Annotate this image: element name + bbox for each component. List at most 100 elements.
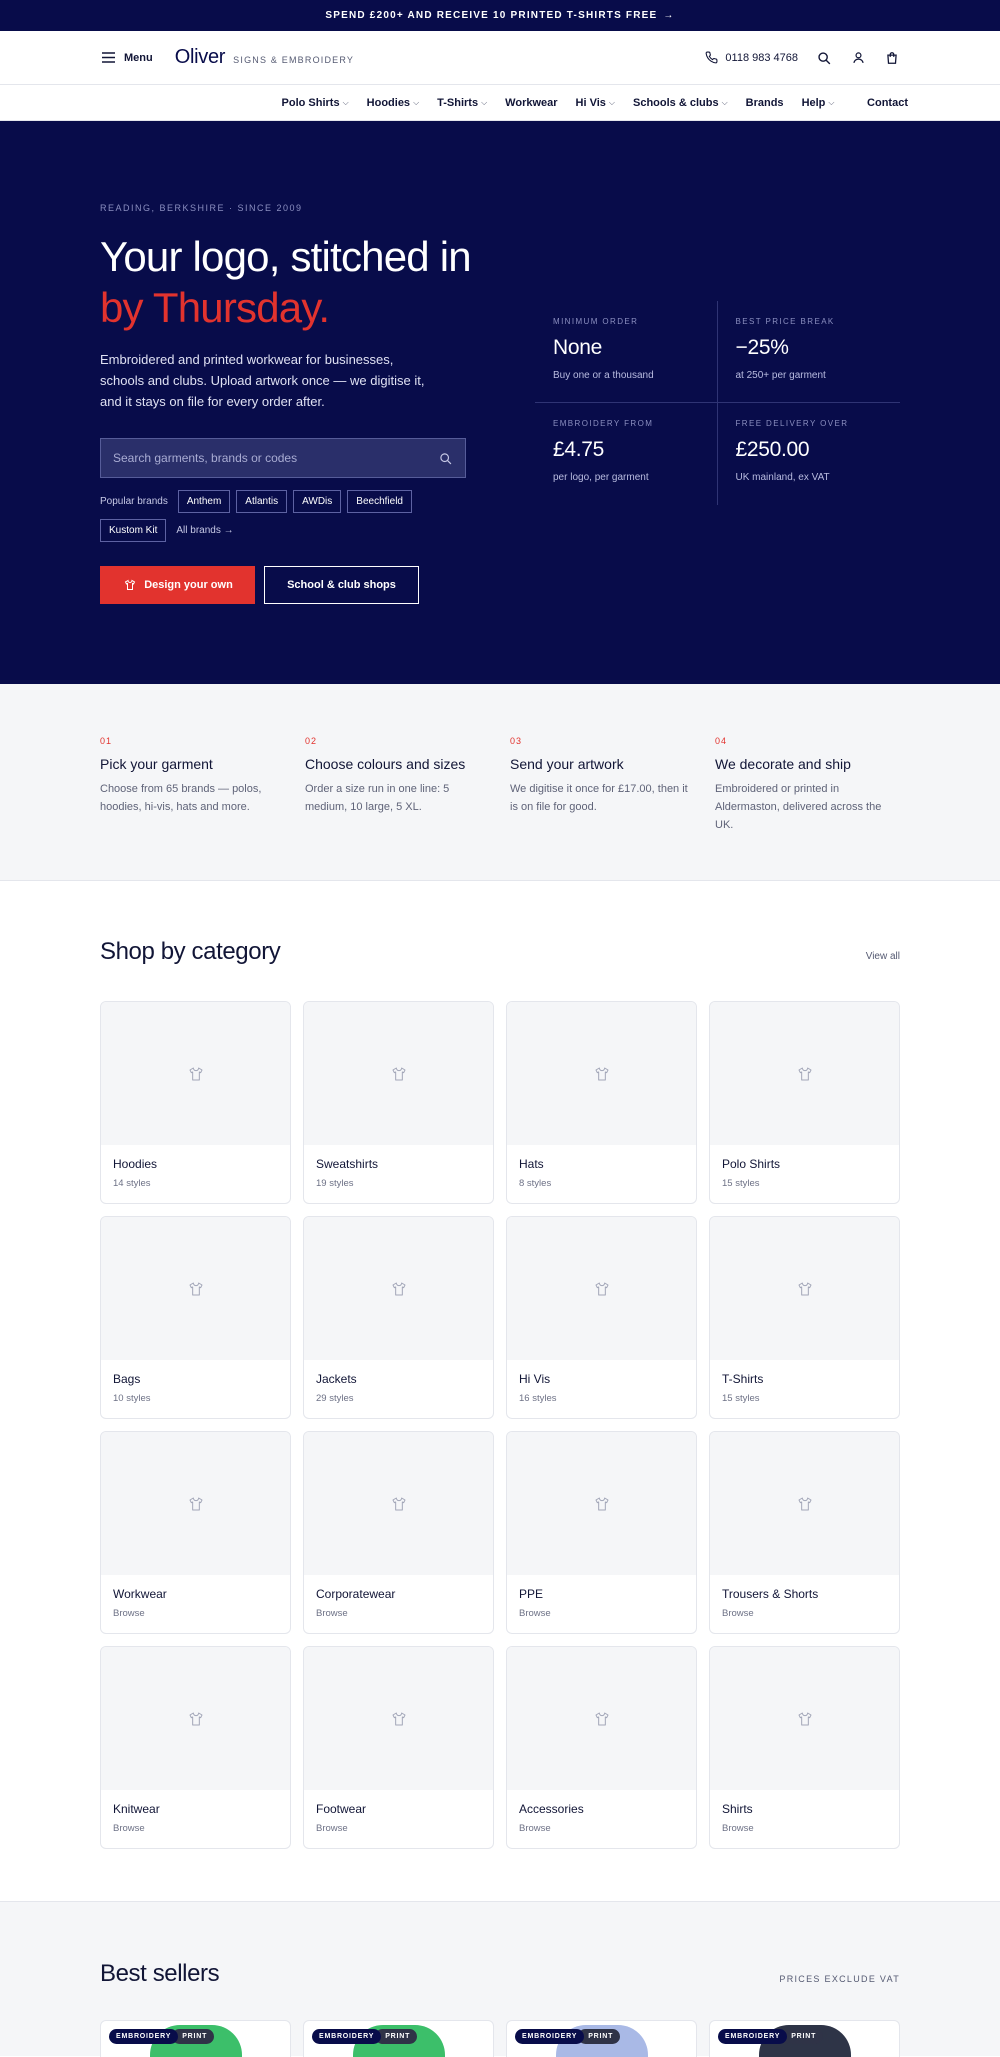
brand-chip[interactable]: AWDis bbox=[293, 490, 342, 513]
arrow-right-icon: → bbox=[663, 10, 675, 21]
stat-label: FREE DELIVERY OVER bbox=[735, 419, 849, 428]
shirt-icon bbox=[188, 1281, 204, 1297]
category-name: Polo Shirts bbox=[722, 1157, 781, 1171]
design-your-own-button[interactable]: Design your own bbox=[100, 566, 255, 604]
shirt-icon bbox=[391, 1496, 407, 1512]
view-all-link[interactable]: View all bbox=[866, 951, 900, 962]
hamburger-icon bbox=[100, 50, 116, 66]
nav-item-hoodies[interactable]: Hoodies ⌵ bbox=[367, 97, 419, 109]
category-card[interactable]: Hoodies 14 styles bbox=[100, 1001, 291, 1204]
nav-item-brands[interactable]: Brands bbox=[746, 97, 784, 109]
shirt-icon bbox=[594, 1281, 610, 1297]
category-image bbox=[507, 1432, 696, 1575]
nav-item-label: Workwear bbox=[505, 96, 558, 109]
product-card[interactable]: EMBROIDERY PRINT bbox=[709, 2020, 900, 2057]
category-image bbox=[304, 1217, 493, 1360]
nav-item-label: T-Shirts bbox=[437, 96, 479, 109]
category-card[interactable]: Accessories Browse bbox=[506, 1646, 697, 1849]
hero-title-line1: Your logo, stitched in bbox=[100, 233, 472, 280]
category-card[interactable]: Hats 8 styles bbox=[506, 1001, 697, 1204]
category-count: Browse bbox=[722, 1608, 754, 1619]
all-brands-link[interactable]: All brands → bbox=[176, 525, 233, 536]
brand-chip[interactable]: Anthem bbox=[177, 490, 231, 513]
step-number: 01 bbox=[100, 736, 113, 746]
shirt-icon bbox=[391, 1281, 407, 1297]
category-card[interactable]: Workwear Browse bbox=[100, 1431, 291, 1634]
category-name: PPE bbox=[519, 1587, 544, 1601]
category-count: 15 styles bbox=[722, 1178, 760, 1189]
category-image bbox=[101, 1002, 290, 1145]
category-card[interactable]: Jackets 29 styles bbox=[303, 1216, 494, 1419]
nav-item-help[interactable]: Help ⌵ bbox=[802, 97, 835, 109]
print-badge: PRINT bbox=[375, 2029, 418, 2044]
nav-item-hi-vis[interactable]: Hi Vis ⌵ bbox=[576, 97, 615, 109]
best-sellers-section: Best sellers PRICES EXCLUDE VAT EMBROIDE… bbox=[0, 1901, 1000, 2057]
brand-chip[interactable]: Atlantis bbox=[236, 490, 288, 513]
category-card[interactable]: Sweatshirts 19 styles bbox=[303, 1001, 494, 1204]
search-input[interactable] bbox=[113, 451, 413, 465]
stat-value: £250.00 bbox=[735, 438, 810, 461]
category-card[interactable]: Knitwear Browse bbox=[100, 1646, 291, 1849]
category-card[interactable]: T-Shirts 15 styles bbox=[709, 1216, 900, 1419]
category-card[interactable]: Polo Shirts 15 styles bbox=[709, 1001, 900, 1204]
promo-text: SPEND £200+ AND RECEIVE 10 PRINTED T-SHI… bbox=[325, 10, 658, 21]
category-count: 14 styles bbox=[113, 1178, 151, 1189]
menu-button[interactable]: Menu bbox=[100, 50, 153, 66]
nav-item-workwear[interactable]: Workwear bbox=[505, 97, 557, 109]
shirt-icon bbox=[188, 1711, 204, 1727]
contact-link[interactable]: Contact bbox=[867, 97, 908, 109]
search-icon[interactable] bbox=[816, 50, 832, 66]
category-name: Knitwear bbox=[113, 1802, 160, 1816]
brand-chip[interactable]: Beechfield bbox=[347, 490, 412, 513]
stat-card: FREE DELIVERY OVER £250.00 UK mainland, ex… bbox=[718, 403, 901, 505]
stat-sub: at 250+ per garment bbox=[735, 370, 826, 381]
category-name: Trousers & Shorts bbox=[722, 1587, 819, 1601]
print-badge: PRINT bbox=[172, 2029, 215, 2044]
shirt-icon bbox=[594, 1711, 610, 1727]
category-image bbox=[507, 1647, 696, 1790]
logo-name: Oliver bbox=[174, 46, 226, 68]
chevron-down-icon: ⌵ bbox=[413, 97, 420, 107]
chevron-down-icon: ⌵ bbox=[828, 97, 835, 107]
category-image bbox=[304, 1432, 493, 1575]
shirt-icon bbox=[391, 1066, 407, 1082]
category-card[interactable]: Trousers & Shorts Browse bbox=[709, 1431, 900, 1634]
category-card[interactable]: Corporatewear Browse bbox=[303, 1431, 494, 1634]
category-name: Workwear bbox=[113, 1587, 167, 1601]
school-club-shops-button[interactable]: School & club shops bbox=[264, 566, 419, 604]
category-image bbox=[710, 1432, 899, 1575]
category-image bbox=[710, 1647, 899, 1790]
account-icon[interactable] bbox=[850, 50, 866, 66]
product-card[interactable]: EMBROIDERY PRINT bbox=[506, 2020, 697, 2057]
stat-value: −25% bbox=[735, 336, 789, 359]
shirt-icon bbox=[797, 1281, 813, 1297]
header-actions: 0118 983 4768 bbox=[703, 50, 900, 66]
site-logo[interactable]: Oliver SIGNS & EMBROIDERY bbox=[175, 46, 354, 69]
category-card[interactable]: Footwear Browse bbox=[303, 1646, 494, 1849]
product-badges: EMBROIDERY PRINT bbox=[515, 2029, 621, 2044]
promo-banner[interactable]: SPEND £200+ AND RECEIVE 10 PRINTED T-SHI… bbox=[0, 0, 1000, 31]
site-header: Menu Oliver SIGNS & EMBROIDERY 0118 983 … bbox=[0, 31, 1000, 85]
best-sellers-header: Best sellers PRICES EXCLUDE VAT bbox=[100, 1960, 900, 1988]
category-card[interactable]: Hi Vis 16 styles bbox=[506, 1216, 697, 1419]
category-card[interactable]: Shirts Browse bbox=[709, 1646, 900, 1849]
phone-link[interactable]: 0118 983 4768 bbox=[703, 50, 798, 66]
category-name: Corporatewear bbox=[316, 1587, 396, 1601]
category-name: Shirts bbox=[722, 1802, 753, 1816]
category-count: Browse bbox=[519, 1608, 551, 1619]
shirt-icon bbox=[797, 1711, 813, 1727]
category-name: T-Shirts bbox=[722, 1372, 764, 1386]
product-card[interactable]: EMBROIDERY PRINT bbox=[303, 2020, 494, 2057]
brand-chip[interactable]: Kustom Kit bbox=[100, 519, 167, 542]
step-title: Send your artwork bbox=[510, 756, 624, 772]
category-card[interactable]: Bags 10 styles bbox=[100, 1216, 291, 1419]
search-icon[interactable] bbox=[437, 450, 453, 466]
nav-item-t-shirts[interactable]: T-Shirts ⌵ bbox=[437, 97, 487, 109]
nav-item-polo-shirts[interactable]: Polo Shirts ⌵ bbox=[282, 97, 349, 109]
hero-title-accent: by Thursday. bbox=[100, 284, 330, 331]
nav-item-schools-clubs[interactable]: Schools & clubs ⌵ bbox=[633, 97, 728, 109]
category-card[interactable]: PPE Browse bbox=[506, 1431, 697, 1634]
stat-label: EMBROIDERY FROM bbox=[553, 419, 654, 428]
product-card[interactable]: EMBROIDERY PRINT bbox=[100, 2020, 291, 2057]
cart-icon[interactable] bbox=[884, 50, 900, 66]
